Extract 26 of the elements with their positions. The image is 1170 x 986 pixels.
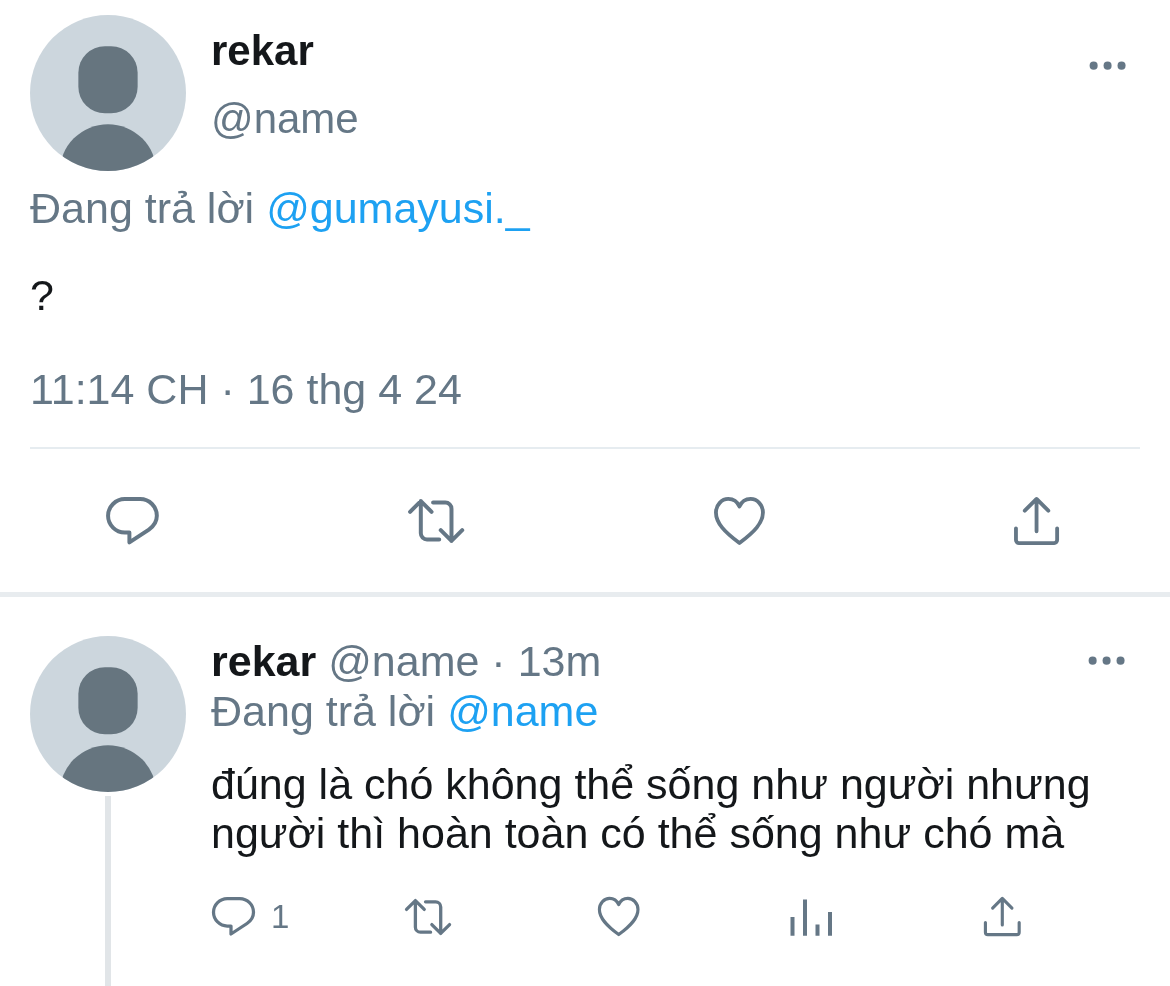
more-icon[interactable] <box>1088 61 1126 71</box>
heart-icon[interactable] <box>597 896 641 937</box>
reply-context: Đang trả lời @name <box>211 686 600 736</box>
avatar-icon[interactable] <box>30 636 186 792</box>
user-handle[interactable]: @name <box>328 637 480 685</box>
share-icon[interactable] <box>983 896 1022 937</box>
reply-text: đúng là chó không thể sống như người nhưng người thì hoàn toàn có thể sống như chó mà <box>211 760 1092 858</box>
reply-time: 13m <box>517 637 602 685</box>
heart-icon[interactable] <box>712 495 766 546</box>
user-handle[interactable]: @name <box>211 94 359 144</box>
display-name[interactable]: rekar <box>211 637 317 685</box>
tweet-text: ? <box>30 270 55 320</box>
tweet-timestamp: 11:14 CH · 16 thg 4 24 <box>30 364 463 414</box>
avatar-icon[interactable] <box>30 15 186 171</box>
reply-context: Đang trả lời @gumayusi._ <box>30 183 531 233</box>
share-icon[interactable] <box>1012 495 1060 546</box>
more-icon[interactable] <box>1087 656 1125 666</box>
retweet-icon[interactable] <box>404 897 453 936</box>
mention-link[interactable]: @gumayusi._ <box>266 184 530 232</box>
reply-icon[interactable] <box>105 495 160 546</box>
mention-link[interactable]: @name <box>447 687 599 735</box>
reply-icon[interactable] <box>211 896 256 937</box>
reply-count: 1 <box>271 896 290 937</box>
retweet-icon[interactable] <box>407 497 466 544</box>
display-name[interactable]: rekar <box>211 26 359 76</box>
meta-separator: · <box>491 637 506 685</box>
